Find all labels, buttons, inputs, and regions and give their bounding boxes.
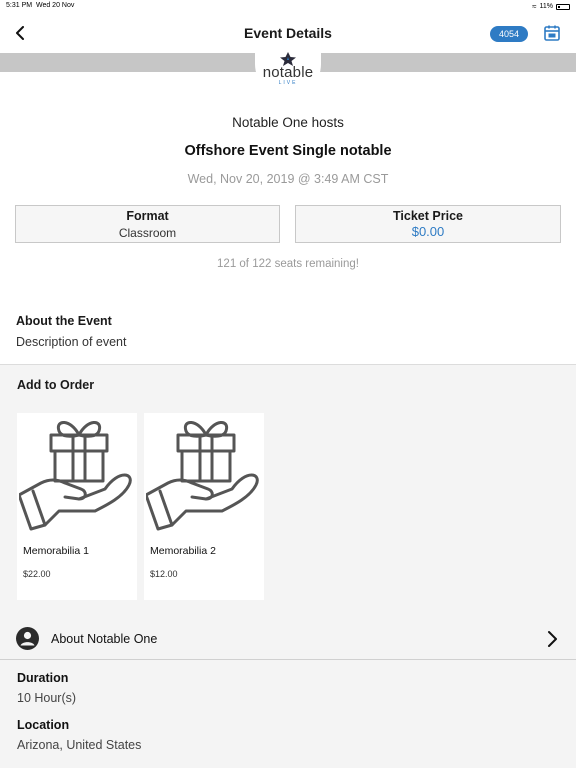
battery-icon (556, 3, 570, 10)
merch-item-name: Memorabilia 1 (23, 545, 89, 557)
ticket-price-value: $0.00 (411, 224, 445, 239)
about-host-label: About Notable One (51, 632, 158, 646)
location-value: Arizona, United States (17, 738, 142, 752)
battery-percent: 11% (539, 3, 554, 10)
duration-label: Duration (17, 671, 69, 685)
location-label: Location (17, 718, 70, 732)
host-line: Notable One hosts (232, 115, 344, 130)
logo-subtitle: LIVE (278, 80, 298, 86)
wifi-icon: ≈ (532, 2, 537, 11)
status-bar: 5:31 PM Wed 20 Nov ≈ 11% (0, 0, 576, 14)
ticket-price-box: Ticket Price $0.00 (295, 205, 561, 243)
event-datetime: Wed, Nov 20, 2019 @ 3:49 AM CST (187, 172, 389, 186)
status-indicators: ≈ 11% (532, 2, 570, 11)
format-value: Classroom (118, 226, 177, 240)
nav-bar: Event Details 4054 (0, 14, 576, 52)
notable-live-logo: notable LIVE (255, 49, 321, 97)
merch-item-price: $22.00 (23, 569, 51, 579)
add-to-order-section: Add to Order Memorabilia 1 $22.00 Memora… (0, 364, 576, 768)
event-title: Offshore Event Single notable (184, 143, 392, 159)
user-avatar-icon (16, 627, 39, 650)
ticket-price-label: Ticket Price (393, 209, 463, 223)
add-to-calendar-button[interactable] (543, 24, 561, 42)
merch-item-name: Memorabilia 2 (150, 545, 216, 557)
add-to-order-heading: Add to Order (17, 378, 95, 392)
seats-remaining: 121 of 122 seats remaining! (217, 258, 359, 270)
status-time-date: 5:31 PM Wed 20 Nov (6, 2, 74, 9)
merch-item-card[interactable]: Memorabilia 1 $22.00 (17, 413, 137, 600)
duration-value: 10 Hour(s) (17, 691, 77, 705)
calendar-icon (544, 25, 560, 41)
format-box: Format Classroom (15, 205, 280, 243)
gift-in-hand-icon (19, 421, 132, 531)
logo-wordmark: notable (262, 64, 314, 81)
status-date: Wed 20 Nov (35, 2, 75, 9)
ticket-count-badge[interactable]: 4054 (490, 26, 528, 42)
format-label: Format (126, 209, 169, 223)
gift-in-hand-icon (146, 421, 259, 531)
about-host-row[interactable]: About Notable One (0, 620, 576, 660)
merch-item-card[interactable]: Memorabilia 2 $12.00 (144, 413, 264, 600)
about-event-heading: About the Event (16, 314, 112, 328)
merch-item-price: $12.00 (150, 569, 178, 579)
chevron-right-icon (548, 631, 557, 647)
status-time: 5:31 PM (6, 2, 33, 9)
about-event-description: Description of event (16, 335, 127, 349)
